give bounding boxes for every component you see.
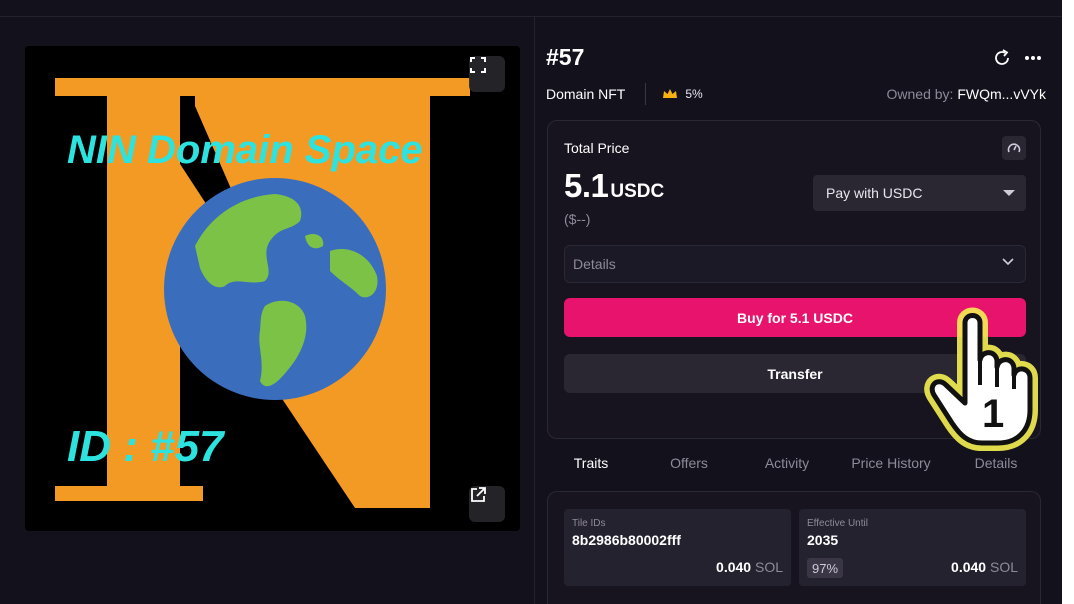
trait-price-unit: SOL — [754, 559, 783, 575]
trait-price-value: 0.040 — [716, 559, 752, 575]
external-link-icon — [471, 487, 486, 502]
trait-price-unit: SOL — [989, 559, 1018, 575]
pay-with-value: Pay with USDC — [826, 185, 923, 201]
globe-shape — [164, 178, 386, 400]
header-actions — [992, 48, 1042, 68]
priority-fee-button[interactable] — [1002, 136, 1026, 160]
trait-type: Effective Until — [807, 518, 868, 529]
tab-traits[interactable]: Traits — [541, 455, 641, 471]
window-edge — [1062, 0, 1074, 604]
price-amount: 5.1 — [564, 167, 609, 204]
tab-details[interactable]: Details — [946, 455, 1046, 471]
more-options-icon[interactable] — [1024, 48, 1042, 68]
tab-price-history[interactable]: Price History — [841, 455, 941, 471]
details-label: Details — [573, 256, 616, 272]
image-id-text: ID : #57 — [67, 422, 226, 471]
collection-link[interactable]: Domain NFT — [546, 86, 625, 102]
trait-floor-price: 0.040 SOL — [951, 559, 1018, 575]
trait-card[interactable]: Effective Until 2035 97% 0.040 SOL — [799, 509, 1026, 586]
trait-rarity-badge: 97% — [807, 558, 844, 578]
tab-activity[interactable]: Activity — [737, 455, 837, 471]
royalty-value: 5% — [685, 87, 703, 101]
owner-info: Owned by: FWQm...vVYk — [887, 86, 1047, 102]
expand-icon — [470, 57, 486, 73]
price-value: 5.1 USDC — [564, 167, 664, 205]
step-number: 1 — [982, 392, 1004, 436]
refresh-icon[interactable] — [992, 48, 1012, 68]
chevron-down-icon — [1002, 258, 1014, 266]
gauge-icon — [1007, 143, 1021, 153]
caret-down-icon — [1003, 190, 1015, 196]
tab-offers[interactable]: Offers — [639, 455, 739, 471]
nft-artwork: NIN Domain Space ID : #57 — [25, 46, 520, 531]
nft-image[interactable]: NIN Domain Space ID : #57 — [25, 46, 520, 531]
marketplace-app: NIN Domain Space ID : #57 #57 Domain NFT — [0, 0, 1062, 604]
price-currency: USDC — [610, 181, 665, 202]
nft-title: #57 — [546, 44, 585, 70]
hand-pointer-icon: 1 — [924, 307, 1038, 451]
price-usd: ($--) — [564, 211, 591, 227]
meta-row: Domain NFT 5% Owned by: FWQm...vVYk — [546, 83, 1047, 105]
trait-floor-price: 0.040 SOL — [716, 559, 783, 575]
royalty-badge: 5% — [662, 87, 703, 101]
total-price-label: Total Price — [564, 140, 630, 156]
owner-label: Owned by: — [886, 86, 954, 102]
crown-icon — [663, 89, 678, 98]
owner-address[interactable]: FWQm...vVYk — [957, 86, 1046, 102]
pay-with-select[interactable]: Pay with USDC — [813, 175, 1026, 211]
meta-separator — [645, 83, 647, 105]
trait-value: 8b2986b80002fff — [572, 532, 681, 548]
trait-value: 2035 — [807, 532, 839, 548]
top-bar — [0, 0, 1062, 17]
details-accordion[interactable]: Details — [564, 245, 1026, 283]
traits-panel: Tile IDs 8b2986b80002fff 0.040 SOL Effec… — [547, 491, 1041, 604]
fullscreen-button[interactable] — [469, 56, 505, 92]
trait-card[interactable]: Tile IDs 8b2986b80002fff 0.040 SOL — [564, 509, 791, 586]
trait-type: Tile IDs — [572, 518, 606, 529]
detail-tabs: Traits Offers Activity Price History Det… — [546, 455, 1046, 475]
open-external-button[interactable] — [469, 486, 505, 522]
trait-price-value: 0.040 — [951, 559, 987, 575]
image-headline: NIN Domain Space — [67, 128, 423, 172]
column-divider — [534, 17, 535, 604]
